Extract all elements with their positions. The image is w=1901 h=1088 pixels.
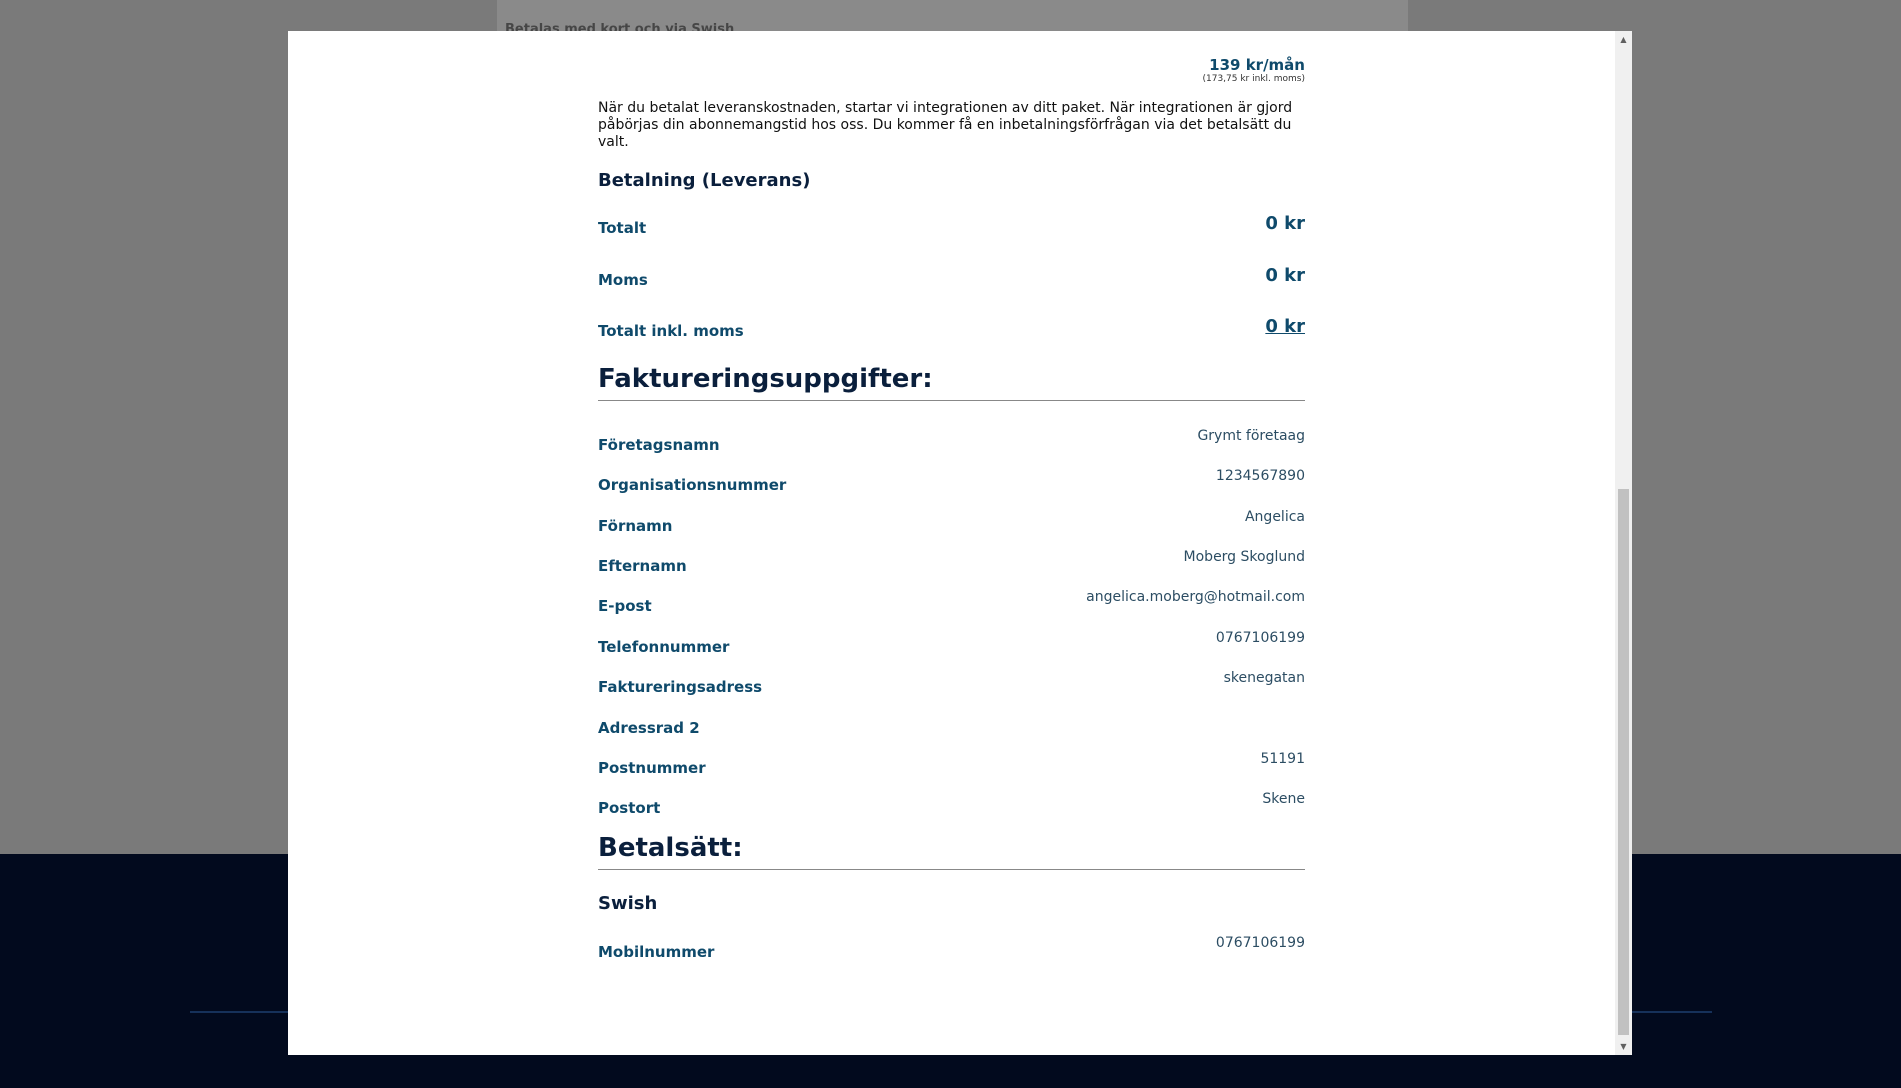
city-label: Postort [598, 799, 661, 817]
address-value: skenegatan [1223, 670, 1305, 686]
orgnr-label: Organisationsnummer [598, 476, 787, 494]
billing-field-lastname: Efternamn Moberg Skoglund [598, 549, 1305, 575]
billing-field-firstname: Förnamn Angelica [598, 509, 1305, 535]
monthly-price-incl-vat: (173,75 kr inkl. moms) [1202, 74, 1305, 84]
mobile-number-label: Mobilnummer [598, 943, 715, 961]
billing-field-postcode: Postnummer 51191 [598, 751, 1305, 777]
billing-field-email: E-post angelica.moberg@hotmail.com [598, 589, 1305, 615]
billing-field-orgnr: Organisationsnummer 1234567890 [598, 468, 1305, 494]
order-summary-modal: 139 kr/mån (173,75 kr inkl. moms) När du… [288, 31, 1632, 1055]
email-value: angelica.moberg@hotmail.com [1086, 589, 1305, 605]
billing-field-address2: Adressrad 2 [598, 711, 1305, 737]
monthly-price-block: 139 kr/mån (173,75 kr inkl. moms) [1202, 56, 1305, 84]
postcode-label: Postnummer [598, 759, 706, 777]
total-value: 0 kr [1265, 213, 1305, 234]
billing-title: Faktureringsuppgifter: [598, 364, 1305, 401]
lastname-label: Efternamn [598, 557, 687, 575]
modal-scrollbar[interactable]: ▲ ▼ [1615, 31, 1632, 1055]
vat-label: Moms [598, 271, 648, 289]
scroll-up-arrow-icon[interactable]: ▲ [1615, 31, 1632, 48]
company-label: Företagsnamn [598, 436, 720, 454]
phone-value: 0767106199 [1215, 630, 1305, 646]
delivery-payment-title: Betalning (Leverans) [598, 170, 811, 191]
total-incl-vat-label: Totalt inkl. moms [598, 322, 744, 340]
city-value: Skene [1262, 791, 1305, 807]
vat-value: 0 kr [1265, 265, 1305, 286]
billing-field-address: Faktureringsadress skenegatan [598, 670, 1305, 696]
mobile-number-value: 0767106199 [1215, 935, 1305, 951]
orgnr-value: 1234567890 [1215, 468, 1305, 484]
scroll-down-arrow-icon[interactable]: ▼ [1615, 1038, 1632, 1055]
payment-method-title: Betalsätt: [598, 833, 1305, 870]
postcode-value: 51191 [1260, 751, 1305, 767]
total-row: Totalt 0 kr [598, 213, 1305, 237]
billing-field-phone: Telefonnummer 0767106199 [598, 630, 1305, 656]
firstname-value: Angelica [1244, 509, 1305, 525]
company-value: Grymt företaag [1197, 428, 1305, 444]
total-incl-vat-row: Totalt inkl. moms 0 kr [598, 316, 1305, 340]
integration-info-text: När du betalat leveranskostnaden, starta… [598, 100, 1293, 150]
address-label: Faktureringsadress [598, 678, 763, 696]
scrollbar-thumb[interactable] [1618, 489, 1629, 1035]
mobile-number-row: Mobilnummer 0767106199 [598, 935, 1305, 961]
email-label: E-post [598, 597, 652, 615]
firstname-label: Förnamn [598, 517, 673, 535]
monthly-price: 139 kr/mån [1209, 56, 1305, 74]
lastname-value: Moberg Skoglund [1183, 549, 1305, 565]
vat-row: Moms 0 kr [598, 265, 1305, 289]
billing-field-company: Företagsnamn Grymt företaag [598, 428, 1305, 454]
modal-content: 139 kr/mån (173,75 kr inkl. moms) När du… [598, 31, 1305, 1055]
phone-label: Telefonnummer [598, 638, 730, 656]
total-label: Totalt [598, 219, 647, 237]
total-incl-vat-value: 0 kr [1265, 316, 1305, 337]
billing-field-city: Postort Skene [598, 791, 1305, 817]
payment-method-name: Swish [598, 893, 658, 914]
address2-label: Adressrad 2 [598, 719, 700, 737]
